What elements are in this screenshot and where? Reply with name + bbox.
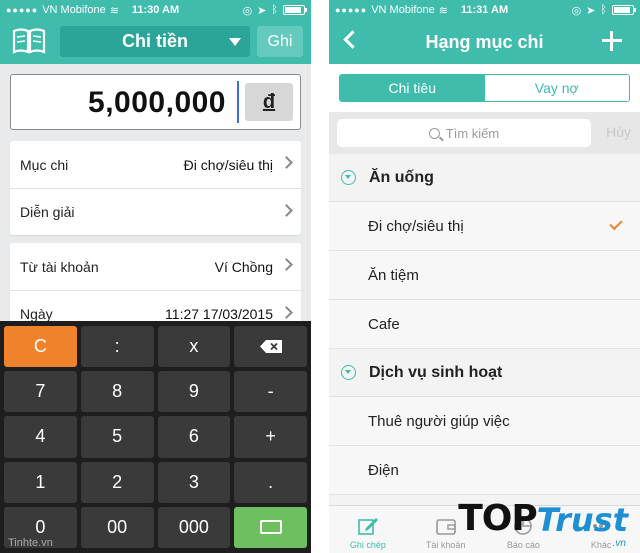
chevron-right-icon bbox=[280, 258, 293, 271]
category-screen: ●●●●● VN Mobifone ≋ 11:31 AM ◎ ➤ ᛒ Hạng … bbox=[329, 0, 640, 553]
search-icon bbox=[428, 127, 440, 139]
chevron-right-icon bbox=[280, 306, 293, 319]
category-card: Mục chi Đi chợ/siêu thị Diễn giải bbox=[10, 141, 301, 235]
digit-key[interactable]: 2 bbox=[80, 461, 154, 503]
multiply-key[interactable]: x bbox=[157, 326, 231, 368]
page-title: Hạng mục chi bbox=[425, 32, 544, 52]
list-item[interactable]: Thuê người giúp việc bbox=[329, 397, 640, 446]
row-value: Ví Chồng bbox=[214, 258, 273, 275]
add-icon[interactable] bbox=[602, 31, 622, 51]
logo-trust: Trust bbox=[536, 501, 628, 539]
row-label: Từ tài khoản bbox=[20, 258, 99, 275]
battery-icon bbox=[283, 5, 307, 15]
minus-key[interactable]: - bbox=[234, 371, 307, 413]
digit-key[interactable]: 6 bbox=[157, 416, 231, 458]
watermark: Tinhte.vn bbox=[8, 537, 53, 549]
nav-bar: ●●●●● VN Mobifone ≋ 11:30 AM ◎ ➤ ᛒ Chi t… bbox=[0, 0, 311, 64]
item-label: Thuê người giúp việc bbox=[368, 412, 510, 430]
row-label: Ngày bbox=[20, 306, 53, 322]
digit-key[interactable]: 8 bbox=[80, 371, 154, 413]
clock-label: 11:30 AM bbox=[131, 4, 180, 16]
double-zero-key[interactable]: 00 bbox=[80, 506, 154, 548]
tab-ghi-chep[interactable]: Ghi chép bbox=[329, 506, 407, 553]
divider bbox=[311, 0, 329, 553]
caret-down-icon bbox=[229, 38, 241, 46]
checkmark-icon bbox=[609, 216, 623, 231]
keyboard-icon bbox=[259, 520, 282, 535]
plus-key[interactable]: + bbox=[234, 416, 307, 458]
search-placeholder: Tìm kiếm bbox=[445, 125, 500, 141]
tab-chi-tieu[interactable]: Chi tiêu bbox=[340, 75, 485, 101]
text-cursor bbox=[237, 81, 239, 123]
amount-input[interactable]: 5,000,000 đ bbox=[10, 74, 301, 130]
row-value: Đi chợ/siêu thị bbox=[183, 156, 273, 173]
digit-key[interactable]: 7 bbox=[4, 371, 77, 413]
tab-vay-no[interactable]: Vay nợ bbox=[484, 75, 629, 101]
list-item[interactable]: Ăn tiệm bbox=[329, 251, 640, 300]
group-header[interactable]: Ăn uống bbox=[329, 154, 640, 202]
colon-key[interactable]: : bbox=[80, 326, 154, 368]
backspace-key[interactable] bbox=[234, 326, 307, 368]
description-row[interactable]: Diễn giải bbox=[10, 188, 301, 235]
category-row[interactable]: Mục chi Đi chợ/siêu thị bbox=[10, 141, 301, 188]
digit-key[interactable]: 9 bbox=[157, 371, 231, 413]
row-label: Mục chi bbox=[20, 156, 69, 173]
expense-entry-screen: ●●●●● VN Mobifone ≋ 11:30 AM ◎ ➤ ᛒ Chi t… bbox=[0, 0, 311, 553]
search-input[interactable]: Tìm kiếm bbox=[337, 119, 591, 147]
segmented-control: Chi tiêu Vay nợ bbox=[339, 74, 630, 102]
logo-top: TOP bbox=[458, 498, 538, 539]
book-icon[interactable] bbox=[12, 28, 46, 54]
digit-key[interactable]: 4 bbox=[4, 416, 77, 458]
status-bar: ●●●●● VN Mobifone ≋ 11:31 AM ◎ ➤ ᛒ bbox=[329, 0, 640, 20]
collapse-icon bbox=[341, 170, 356, 185]
from-account-row[interactable]: Từ tài khoản Ví Chồng bbox=[10, 243, 301, 290]
clock-label: 11:31 AM bbox=[460, 4, 509, 16]
transaction-type-label: Chi tiền bbox=[122, 31, 188, 51]
row-label: Diễn giải bbox=[20, 204, 75, 220]
wallet-icon bbox=[435, 519, 456, 535]
item-label: Ăn tiệm bbox=[368, 266, 419, 284]
decimal-key[interactable]: . bbox=[234, 461, 307, 503]
item-label: Điện bbox=[368, 461, 399, 479]
list-item[interactable]: Đi chợ/siêu thị bbox=[329, 202, 640, 251]
toptrust-logo: TOP Trust .vn bbox=[458, 498, 628, 549]
backspace-icon bbox=[259, 340, 282, 354]
item-label: Đi chợ/siêu thị bbox=[368, 217, 464, 235]
group-name: Dịch vụ sinh hoạt bbox=[369, 363, 503, 381]
transaction-type-select[interactable]: Chi tiền bbox=[60, 26, 250, 57]
segment-bar: Chi tiêu Vay nợ bbox=[329, 64, 640, 112]
item-label: Cafe bbox=[368, 315, 400, 333]
group-name: Ăn uống bbox=[369, 168, 434, 186]
number-keypad: C : x 7 8 9 - 4 5 6 + 1 2 3 . 0 00 000 bbox=[0, 321, 311, 553]
search-bar: Tìm kiếm Hủy bbox=[329, 112, 640, 154]
logo-vn: .vn bbox=[612, 538, 626, 549]
hide-keyboard-key[interactable] bbox=[234, 506, 307, 548]
nav-bar: ●●●●● VN Mobifone ≋ 11:31 AM ◎ ➤ ᛒ Hạng … bbox=[329, 0, 640, 64]
tab-label: Tài khoản bbox=[425, 540, 466, 550]
edit-icon bbox=[358, 518, 378, 535]
tab-label: Báo cáo bbox=[506, 540, 540, 550]
collapse-icon bbox=[341, 365, 356, 380]
chevron-right-icon bbox=[280, 156, 293, 169]
tab-label: Ghi chép bbox=[349, 540, 386, 550]
digit-key[interactable]: 5 bbox=[80, 416, 154, 458]
category-list: Ăn uống Đi chợ/siêu thị Ăn tiệm Cafe Dịc… bbox=[329, 154, 640, 495]
screenshot-stage: ●●●●● VN Mobifone ≋ 11:30 AM ◎ ➤ ᛒ Chi t… bbox=[0, 0, 640, 553]
group-header[interactable]: Dịch vụ sinh hoạt bbox=[329, 349, 640, 397]
amount-value: 5,000,000 bbox=[88, 86, 226, 119]
currency-button[interactable]: đ bbox=[245, 83, 293, 121]
row-value: 11:27 17/03/2015 bbox=[165, 306, 273, 322]
battery-icon bbox=[612, 5, 636, 15]
triple-zero-key[interactable]: 000 bbox=[157, 506, 231, 548]
chevron-right-icon bbox=[280, 204, 293, 217]
clear-key[interactable]: C bbox=[4, 326, 77, 368]
digit-key[interactable]: 3 bbox=[157, 461, 231, 503]
list-item[interactable]: Cafe bbox=[329, 300, 640, 349]
status-bar: ●●●●● VN Mobifone ≋ 11:30 AM ◎ ➤ ᛒ bbox=[0, 0, 311, 20]
digit-key[interactable]: 1 bbox=[4, 461, 77, 503]
cancel-button[interactable]: Hủy bbox=[606, 124, 631, 140]
save-button[interactable]: Ghi bbox=[257, 26, 303, 57]
list-item[interactable]: Điện bbox=[329, 446, 640, 495]
tab-label: Khác bbox=[590, 540, 612, 550]
